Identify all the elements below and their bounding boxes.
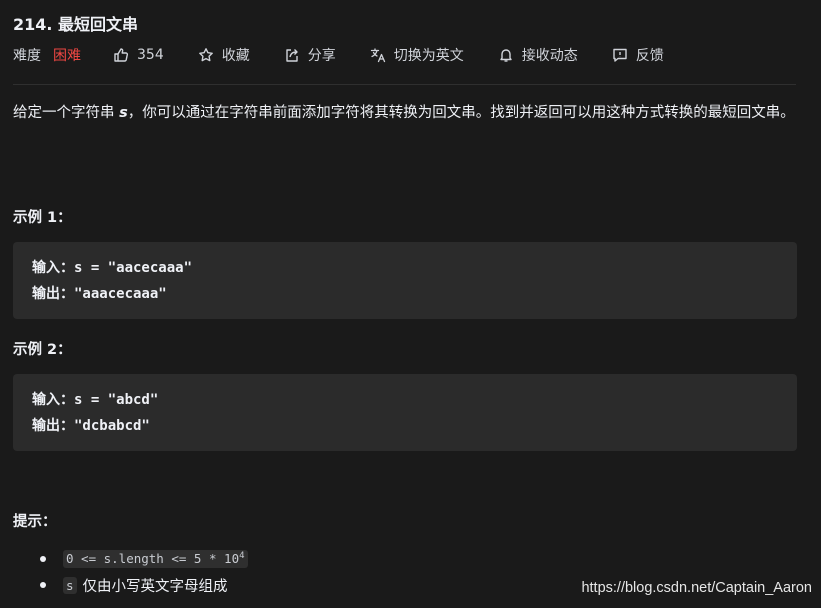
output-value: "aaacecaaa" — [74, 286, 167, 302]
favorite-label: 收藏 — [221, 48, 250, 64]
feedback-icon — [613, 48, 627, 62]
inline-code: s — [63, 576, 77, 594]
subscribe-button[interactable]: 接收动态 — [498, 45, 578, 65]
constraint-code: 0 <= s.length <= 5 * 104 — [63, 550, 248, 568]
constraint-text: 0 <= s.length <= 5 * 10 — [66, 551, 240, 567]
constraint-exponent: 4 — [239, 551, 245, 562]
problem-meta-bar: 难度 困难 354 收藏 分享 切换为英文 接收动态 反馈 — [13, 44, 698, 66]
hint-text: 仅由小写英文字母组成 — [82, 578, 228, 595]
output-label: 输出： — [32, 418, 74, 434]
input-value: s = "aacecaaa" — [74, 260, 193, 276]
example-2-input: 输入：s = "abcd" — [32, 389, 158, 409]
difficulty-badge: 困难 — [53, 48, 81, 64]
description-text: 给定一个字符串 — [13, 105, 120, 121]
thumbs-up-icon — [114, 48, 129, 62]
switch-language-button[interactable]: 切换为英文 — [370, 45, 464, 65]
share-icon — [286, 49, 298, 62]
input-label: 输入： — [32, 392, 74, 408]
feedback-label: 反馈 — [635, 48, 664, 64]
feedback-button[interactable]: 反馈 — [612, 45, 664, 65]
input-label: 输入： — [32, 260, 74, 276]
header-divider — [13, 84, 796, 85]
description-text: ，你可以通过在字符串前面添加字符将其转换为回文串。找到并返回可以用这种方式转换的… — [127, 105, 795, 121]
watermark: https://blog.csdn.net/Captain_Aaron — [581, 580, 812, 596]
hints-list: 0 <= s.length <= 5 * 104 s 仅由小写英文字母组成 — [40, 546, 248, 598]
output-value: "dcbabcd" — [74, 418, 150, 434]
example-1-title: 示例 1： — [13, 210, 72, 226]
favorite-button[interactable]: 收藏 — [198, 45, 250, 65]
example-2-box: 输入：s = "abcd" 输出："dcbabcd" — [13, 374, 797, 451]
share-button[interactable]: 分享 — [284, 45, 336, 65]
like-count: 354 — [137, 47, 164, 63]
problem-description: 给定一个字符串 s，你可以通过在字符串前面添加字符将其转换为回文串。找到并返回可… — [13, 101, 803, 125]
switch-language-label: 切换为英文 — [393, 48, 464, 64]
example-2-title: 示例 2： — [13, 342, 72, 358]
difficulty-label: 难度 — [13, 48, 41, 64]
example-1-input: 输入：s = "aacecaaa" — [32, 257, 192, 277]
translate-icon — [370, 48, 385, 63]
hints-title: 提示： — [13, 514, 57, 530]
example-1-box: 输入：s = "aacecaaa" 输出："aaacecaaa" — [13, 242, 797, 319]
star-icon — [198, 48, 213, 62]
bullet-icon — [40, 582, 46, 588]
like-button[interactable]: 354 — [113, 47, 164, 63]
bell-icon — [500, 49, 512, 62]
bullet-icon — [40, 556, 46, 562]
example-2-output: 输出："dcbabcd" — [32, 415, 150, 435]
example-1-output: 输出："aaacecaaa" — [32, 283, 167, 303]
list-item: s 仅由小写英文字母组成 — [40, 572, 248, 598]
problem-title: 214. 最短回文串 — [13, 15, 139, 34]
description-variable: s — [119, 105, 128, 121]
list-item: 0 <= s.length <= 5 * 104 — [40, 546, 248, 572]
input-value: s = "abcd" — [74, 392, 159, 408]
share-label: 分享 — [307, 48, 336, 64]
subscribe-label: 接收动态 — [521, 48, 578, 64]
output-label: 输出： — [32, 286, 74, 302]
